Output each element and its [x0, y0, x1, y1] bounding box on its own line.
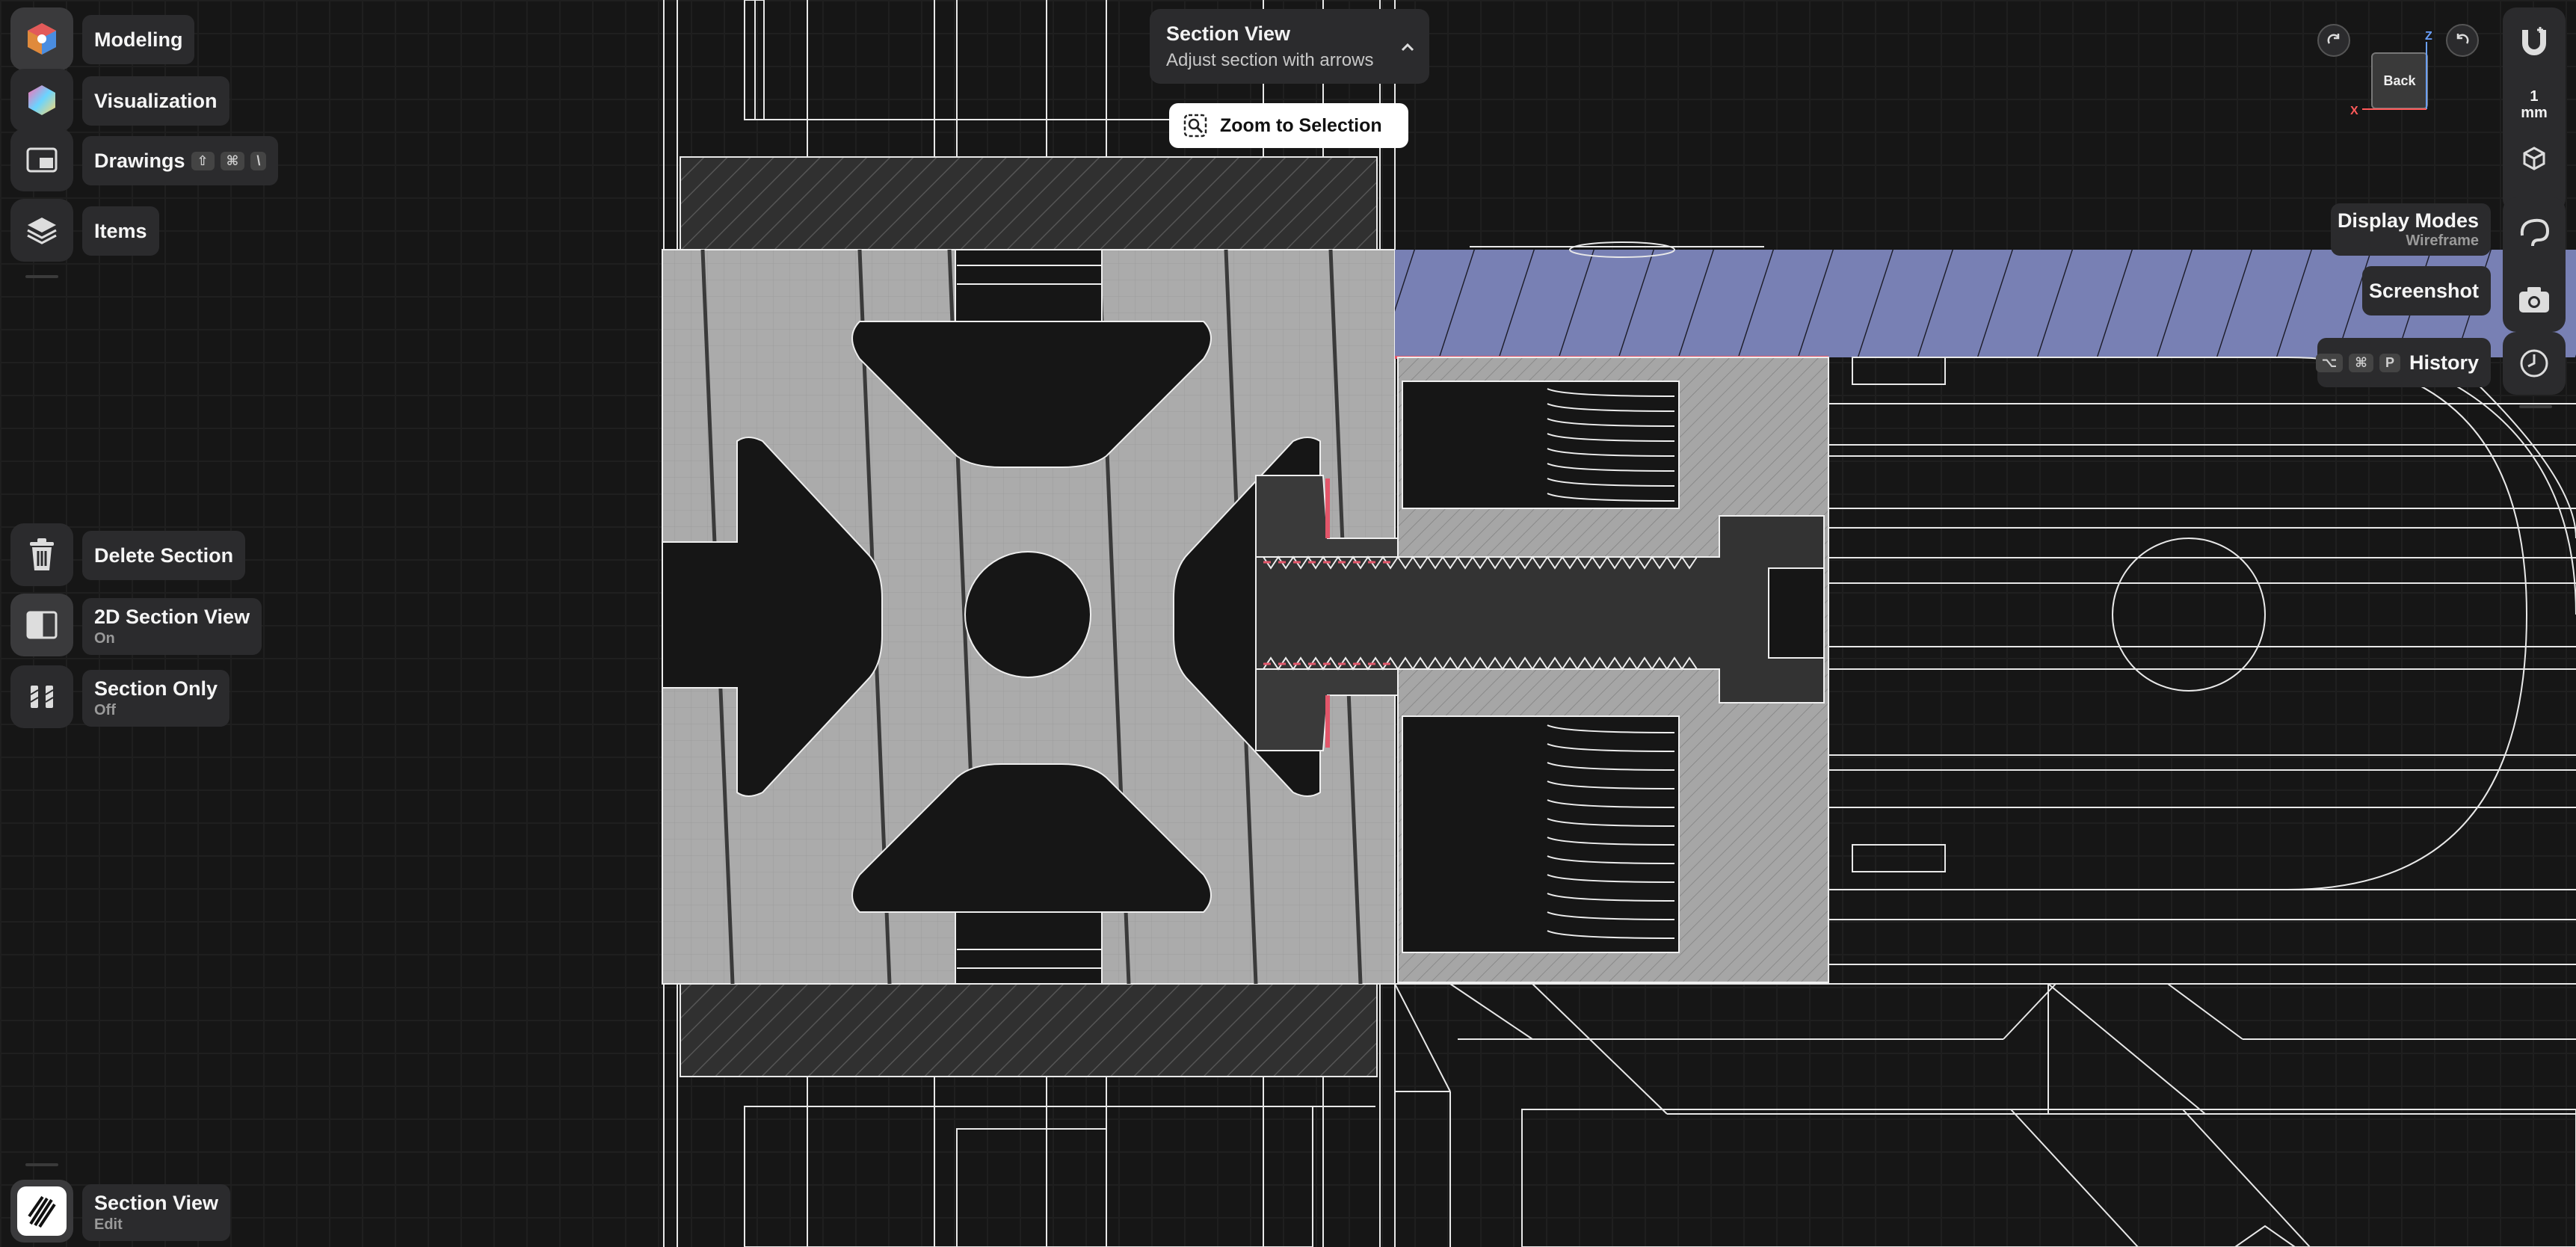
bottom-hatch-bar	[680, 983, 1378, 1077]
section-only-icon	[30, 686, 54, 708]
section-view-state: Edit	[94, 1216, 123, 1233]
display-modes-label[interactable]: Display Modes Wireframe	[2331, 203, 2491, 256]
visualization-label[interactable]: Visualization	[82, 76, 229, 126]
section-view-label[interactable]: Section View Edit	[82, 1184, 231, 1241]
drawings-label[interactable]: Drawings ⇧ ⌘ \	[82, 136, 279, 185]
section-2d-state: On	[94, 630, 115, 647]
section-only-toggle[interactable]	[10, 665, 73, 728]
items-button[interactable]	[10, 199, 73, 262]
drawings-mode-button[interactable]	[10, 129, 73, 191]
shortcut-cmd: ⌘	[220, 151, 245, 170]
display-modes-button[interactable]	[2503, 197, 2566, 332]
modeling-mode-button[interactable]	[10, 7, 73, 70]
section-only-label[interactable]: Section Only Off	[82, 670, 230, 727]
rotate-view-left-button[interactable]	[2317, 24, 2350, 57]
shortcut-shift: ⇧	[191, 151, 215, 170]
rotate-view-right-button[interactable]	[2446, 24, 2479, 57]
visualization-mode-button[interactable]	[10, 69, 73, 132]
modeling-icon	[28, 23, 56, 55]
rotate-ccw-icon	[2456, 34, 2469, 44]
snap-magnet-toggle[interactable]: 1 mm	[2503, 7, 2566, 212]
layers-icon	[27, 218, 57, 244]
wireframe-shape-icon	[2520, 218, 2550, 247]
trash-icon	[30, 538, 54, 570]
toolbar-divider	[25, 275, 58, 278]
units-value: 1	[2530, 88, 2539, 105]
display-mode-value: Wireframe	[2406, 233, 2479, 249]
shortcut-p: P	[2379, 353, 2400, 372]
cad-viewport[interactable]	[0, 0, 2576, 1247]
zoom-to-selection-label: Zoom to Selection	[1220, 114, 1382, 136]
modeling-label[interactable]: Modeling	[82, 15, 195, 64]
popup-title: Section View	[1166, 22, 1291, 45]
toolbar-divider-bottom	[25, 1163, 58, 1166]
section-view-edit-button[interactable]	[10, 1180, 73, 1243]
shortcut-cmd-2: ⌘	[2349, 353, 2373, 372]
drawings-icon	[26, 147, 58, 173]
right-toolbar-divider	[2519, 405, 2552, 408]
view-axis-icon[interactable]	[2519, 144, 2549, 173]
chevron-up-icon[interactable]	[1399, 39, 1416, 55]
history-button[interactable]	[2503, 332, 2566, 395]
shortcut-option: ⌥	[2315, 353, 2344, 372]
units-unit: mm	[2521, 105, 2548, 121]
zoom-to-selection-button[interactable]: Zoom to Selection	[1169, 103, 1408, 148]
clock-icon	[2520, 349, 2548, 378]
rotate-cw-icon	[2327, 34, 2340, 44]
popup-subtitle: Adjust section with arrows	[1166, 50, 1374, 70]
section-2d-icon	[26, 611, 58, 639]
axis-lines	[2362, 42, 2427, 110]
section-2d-label[interactable]: 2D Section View On	[82, 598, 262, 655]
screenshot-label[interactable]: Screenshot	[2362, 266, 2491, 315]
history-label[interactable]: ⌥ ⌘ P History	[2315, 338, 2491, 387]
section-view-popup[interactable]: Section View Adjust section with arrows	[1150, 9, 1429, 84]
delete-section-button[interactable]	[10, 523, 73, 586]
delete-section-label[interactable]: Delete Section	[82, 531, 246, 580]
camera-icon	[2519, 287, 2549, 312]
shortcut-backslash: \	[250, 151, 267, 170]
units-readout[interactable]: 1 mm	[2521, 88, 2548, 121]
section-2d-toggle[interactable]	[10, 594, 73, 656]
items-label[interactable]: Items	[82, 206, 159, 256]
zoom-selection-icon	[1183, 114, 1207, 138]
section-only-state: Off	[94, 702, 116, 718]
section-view-icon	[28, 1195, 56, 1228]
magnet-icon	[2522, 27, 2546, 55]
visualization-icon	[28, 85, 55, 115]
top-hatch-bar	[680, 156, 1378, 250]
